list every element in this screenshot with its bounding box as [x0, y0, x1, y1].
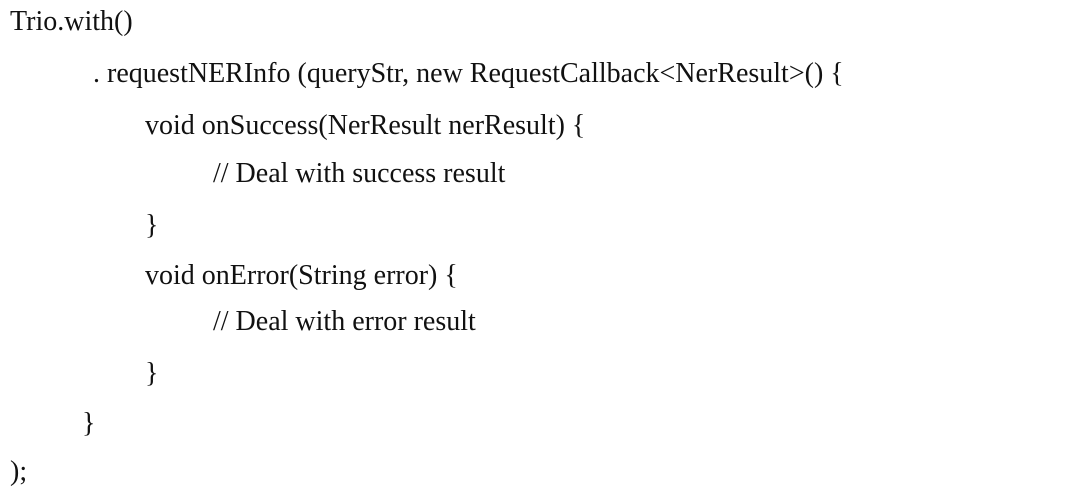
code-line-close-call: ); [10, 456, 28, 487]
code-line-request-ner-info: . requestNERInfo (queryStr, new RequestC… [93, 58, 844, 89]
code-line-close-on-error: } [145, 358, 159, 389]
code-line-trio-with: Trio.with() [10, 6, 133, 37]
code-line-on-success: void onSuccess(NerResult nerResult) { [145, 110, 586, 141]
code-line-success-comment: // Deal with success result [213, 158, 506, 189]
code-line-close-callback: } [82, 408, 96, 439]
code-line-on-error: void onError(String error) { [145, 260, 458, 291]
code-line-close-on-success: } [145, 210, 159, 241]
code-line-error-comment: // Deal with error result [213, 306, 476, 337]
code-snippet: Trio.with() . requestNERInfo (queryStr, … [0, 0, 1088, 502]
